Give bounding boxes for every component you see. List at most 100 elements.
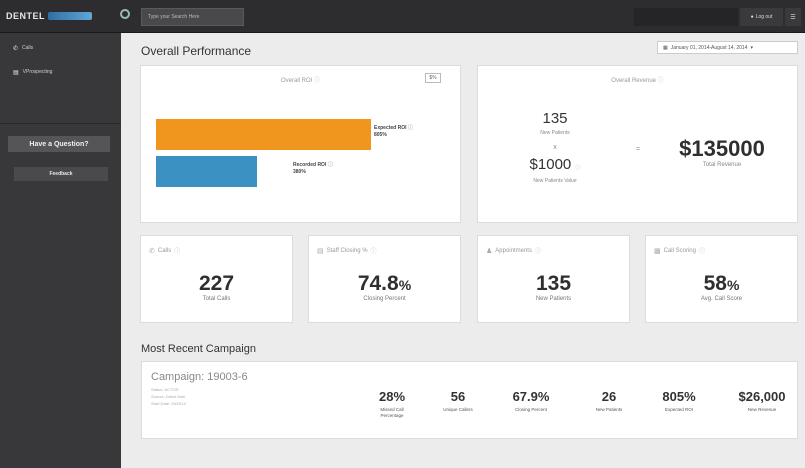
card-title: Overall Revenue ⓘ (478, 75, 797, 84)
new-patients-value: 135 (542, 110, 568, 127)
total-revenue-label: Total Revenue (702, 162, 742, 168)
info-icon[interactable]: ⓘ (408, 125, 413, 131)
info-icon[interactable]: ⓘ (371, 246, 377, 255)
campaign-stat: $26,000 New Revenue (728, 389, 796, 413)
revenue-title: Overall Revenue (611, 78, 656, 84)
campaign-title[interactable]: Campaign: 19003-6 (151, 371, 248, 383)
expected-roi-value: 805% (374, 132, 387, 138)
stat-value: 56 (450, 389, 466, 404)
campaign-stat: 805% Expected ROI (652, 389, 706, 413)
logo-mark-icon (120, 9, 130, 19)
info-icon[interactable]: ⓘ (314, 78, 320, 84)
info-icon[interactable]: ⓘ (658, 78, 664, 84)
patient-value-amount: $1000 (529, 156, 572, 173)
logo[interactable]: DENTEL (6, 8, 130, 24)
date-range-picker[interactable]: ▦ January 01, 2014-August 14, 2014 ▾ (657, 41, 798, 54)
stat-label: New Patients (595, 407, 623, 412)
calendar-icon: ▦ (663, 44, 668, 51)
stat-label: Expected ROI (664, 407, 693, 412)
calls-kpi-card: ✆ Calls ⓘ 227 Total Calls (140, 235, 293, 323)
kpi-title: ♟ Appointments ⓘ (486, 246, 541, 256)
kpi-subtitle: Total Calls (202, 296, 231, 302)
patient-value: $1000 ⓘ (518, 156, 592, 173)
kpi-number: 135 (535, 272, 572, 295)
menu-button[interactable]: ☰ (785, 8, 801, 26)
kpi-unit: % (726, 277, 740, 293)
stat-value: 67.9% (512, 389, 550, 404)
stat-label: Unique Callers (443, 407, 473, 412)
kpi-title-text: Calls (157, 247, 172, 254)
top-bar: DENTEL Type your Search Here ● Log out ☰ (0, 0, 805, 33)
appointments-kpi-card: ♟ Appointments ⓘ 135 New Patients (477, 235, 630, 323)
kpi-number: 227 (198, 272, 235, 295)
campaign-stat: 67.9% Closing Percent (506, 389, 556, 413)
stat-value: 26 (601, 389, 617, 404)
user-icon: ● (750, 14, 754, 20)
person-icon: ♟ (486, 247, 493, 255)
info-icon[interactable]: ⓘ (174, 246, 180, 255)
search-input[interactable]: Type your Search Here (141, 8, 244, 26)
stat-value: 805% (662, 389, 696, 404)
kpi-subtitle: New Patients (535, 296, 572, 302)
have-a-question-button[interactable]: Have a Question? (8, 136, 110, 152)
info-icon[interactable]: ⓘ (328, 162, 333, 168)
info-icon[interactable]: ⓘ (699, 246, 705, 255)
recorded-roi-label: Recorded ROI ⓘ 380% (293, 162, 333, 176)
campaign-meta-line: Status: ACTIVE (151, 387, 179, 392)
overall-roi-card: Overall ROI ⓘ $% Expected ROI ⓘ 805% Rec… (140, 65, 461, 223)
total-revenue-value: $135000 (679, 136, 765, 161)
chevron-down-icon: ▾ (750, 44, 753, 51)
campaign-stat: 28% Missed Call Percentage (370, 389, 414, 419)
phone-icon: ✆ (149, 247, 155, 255)
kpi-title: ▤ Staff Closing % ⓘ (317, 246, 377, 256)
sidebar-item-label: Calls (22, 45, 34, 51)
kpi-value: 135 (478, 272, 629, 296)
expected-roi-label: Expected ROI ⓘ 805% (374, 125, 413, 139)
kpi-title: ▩ Call Scoring ⓘ (654, 246, 705, 256)
multiply-symbol: x (553, 144, 557, 151)
equals-symbol: = (635, 146, 641, 153)
sidebar: ✆ Calls ▤ VProspecting Have a Question? … (0, 33, 121, 468)
sidebar-item-calls[interactable]: ✆ Calls (0, 39, 121, 57)
date-range-label: January 01, 2014-August 14, 2014 (670, 44, 748, 51)
campaign-card: Campaign: 19003-6 Status: ACTIVE Source:… (141, 361, 798, 439)
campaign-stat: 56 Unique Callers (436, 389, 480, 413)
kpi-number: 74.8 (357, 272, 399, 295)
kpi-title-text: Appointments (495, 247, 532, 254)
menu-icon: ☰ (790, 14, 796, 21)
expected-roi-bar (156, 119, 371, 150)
phone-icon: ✆ (13, 45, 19, 52)
call-scoring-kpi-card: ▩ Call Scoring ⓘ 58% Avg. Call Score (645, 235, 798, 323)
info-icon[interactable]: ⓘ (575, 165, 580, 171)
kpi-subtitle: Avg. Call Score (700, 296, 743, 302)
sidebar-divider (0, 123, 121, 124)
roi-unit-toggle[interactable]: $% (425, 73, 441, 83)
kpi-value: 58% (646, 272, 797, 296)
most-recent-campaign-title: Most Recent Campaign (141, 343, 256, 355)
logo-text: DENTEL (6, 11, 45, 21)
new-patients-label: New Patients (540, 130, 570, 136)
page-title: Overall Performance (141, 44, 252, 58)
kpi-unit: % (398, 277, 412, 293)
sidebar-item-prospecting[interactable]: ▤ VProspecting (0, 63, 121, 81)
expected-roi-name: Expected ROI (374, 125, 407, 131)
feedback-button[interactable]: Feedback (14, 167, 108, 181)
kpi-number: 58 (703, 272, 727, 295)
stat-value: $26,000 (738, 389, 786, 404)
info-icon[interactable]: ⓘ (535, 246, 541, 255)
sidebar-item-label: VProspecting (22, 69, 53, 75)
kpi-title: ✆ Calls ⓘ (149, 246, 180, 256)
logout-button[interactable]: ● Log out (740, 8, 783, 26)
overall-revenue-card: Overall Revenue ⓘ 135 New Patients x $10… (477, 65, 798, 223)
stat-label: New Revenue (747, 407, 777, 412)
recorded-roi-value: 380% (293, 169, 306, 175)
kpi-title-text: Call Scoring (663, 247, 696, 254)
document-icon: ▤ (317, 247, 324, 255)
logout-label: Log out (755, 14, 773, 20)
roi-title: Overall ROI (280, 78, 313, 84)
campaign-meta-line: Source: Direct Mail (151, 394, 185, 399)
staff-closing-kpi-card: ▤ Staff Closing % ⓘ 74.8% Closing Percen… (308, 235, 461, 323)
stat-value: 28% (378, 389, 406, 404)
kpi-value: 74.8% (309, 272, 460, 296)
campaign-stat: 26 New Patients (584, 389, 634, 413)
